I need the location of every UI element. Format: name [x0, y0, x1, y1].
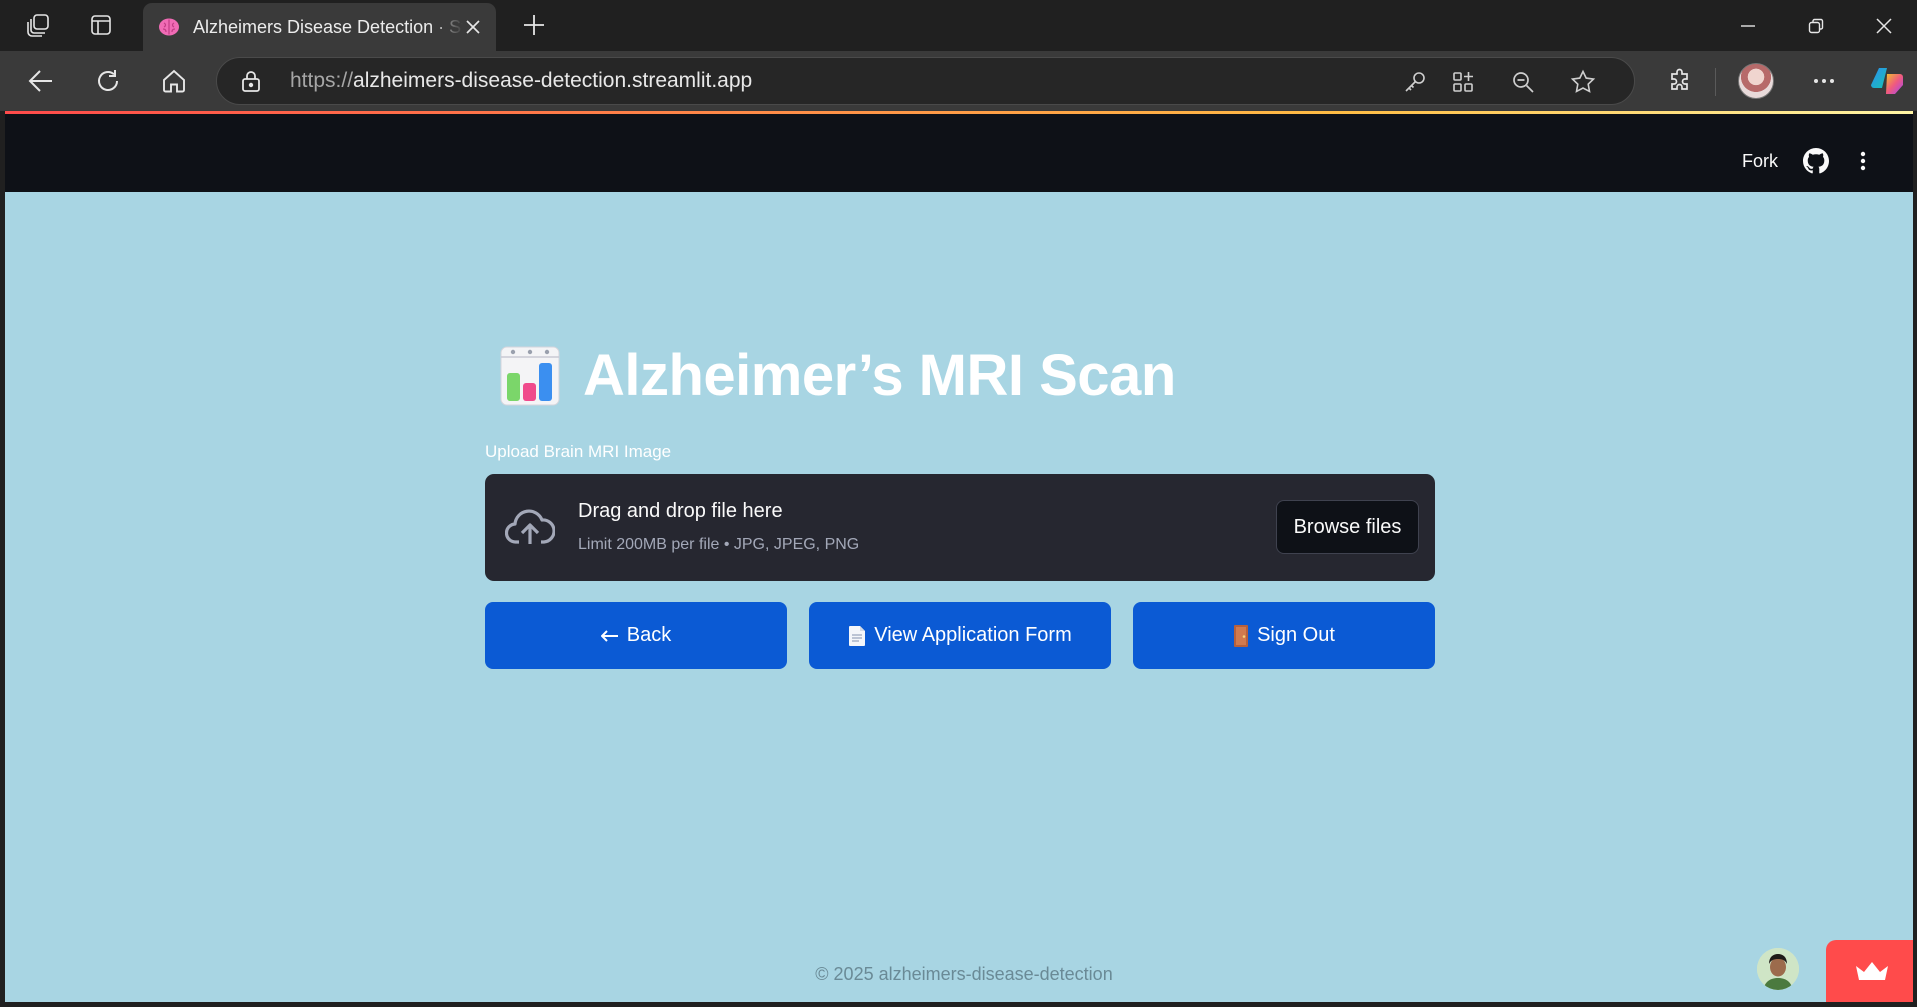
- extensions-icon[interactable]: [1660, 61, 1700, 101]
- address-bar[interactable]: https://alzheimers-disease-detection.str…: [216, 57, 1635, 105]
- fork-button[interactable]: Fork: [1742, 151, 1778, 172]
- favorite-star-icon[interactable]: [1569, 68, 1597, 96]
- page-title: Alzheimer’s MRI Scan: [583, 343, 1176, 408]
- refresh-icon[interactable]: [86, 59, 130, 103]
- page-title-row: Alzheimer’s MRI Scan: [499, 342, 1176, 409]
- github-icon[interactable]: [1803, 148, 1829, 174]
- browse-files-button[interactable]: Browse files: [1276, 500, 1419, 554]
- door-icon: [1233, 624, 1249, 648]
- sign-out-button[interactable]: Sign Out: [1133, 602, 1435, 669]
- app-viewport: Fork Alzheimer’s MRI Scan Upload Brain M…: [5, 111, 1913, 1002]
- window-close-icon[interactable]: [1850, 0, 1917, 51]
- view-application-form-button[interactable]: View Application Form: [809, 602, 1111, 669]
- document-icon: [848, 625, 866, 647]
- lock-icon[interactable]: [239, 69, 263, 93]
- view-application-form-label: View Application Form: [874, 624, 1072, 646]
- tab-close-icon[interactable]: [458, 12, 488, 42]
- app-grid-icon[interactable]: [1449, 68, 1477, 96]
- dropzone-limit: Limit 200MB per file • JPG, JPEG, PNG: [578, 536, 860, 553]
- left-arrow-icon: [600, 629, 619, 642]
- kebab-menu-icon[interactable]: [1850, 148, 1876, 174]
- profile-avatar[interactable]: [1738, 63, 1774, 99]
- vertical-tabs-icon[interactable]: [81, 6, 121, 44]
- file-dropzone[interactable]: Drag and drop file here Limit 200MB per …: [485, 474, 1435, 581]
- dropzone-title: Drag and drop file here: [578, 500, 783, 522]
- new-tab-icon[interactable]: [514, 6, 554, 44]
- streamlit-header: Fork: [5, 114, 1913, 192]
- bar-chart-icon: [499, 345, 561, 407]
- restore-icon[interactable]: [1782, 0, 1850, 51]
- active-tab[interactable]: Alzheimers Disease Detection · Streamlit: [143, 3, 496, 51]
- footer-text: © 2025 alzheimers-disease-detection: [815, 964, 1113, 984]
- url-text[interactable]: https://alzheimers-disease-detection.str…: [290, 69, 752, 93]
- back-icon[interactable]: [19, 59, 63, 103]
- crown-icon: [1856, 962, 1888, 980]
- back-button-label: Back: [626, 624, 672, 646]
- brain-icon: [157, 15, 181, 39]
- minimize-icon[interactable]: [1714, 0, 1782, 51]
- workspaces-icon[interactable]: [19, 6, 59, 44]
- sign-out-label: Sign Out: [1257, 624, 1335, 646]
- browser-toolbar: https://alzheimers-disease-detection.str…: [0, 51, 1917, 111]
- home-icon[interactable]: [152, 59, 196, 103]
- uploader-label: Upload Brain MRI Image: [485, 442, 672, 461]
- copilot-icon[interactable]: [1867, 61, 1907, 101]
- cloud-upload-icon: [504, 506, 556, 548]
- browser-tab-bar: Alzheimers Disease Detection · Streamlit: [0, 0, 1917, 51]
- key-icon[interactable]: [1401, 68, 1429, 96]
- creator-avatar[interactable]: [1757, 948, 1799, 990]
- toolbar-divider: [1715, 68, 1716, 96]
- more-icon[interactable]: [1804, 61, 1844, 101]
- zoom-out-icon[interactable]: [1509, 68, 1537, 96]
- streamlit-crown-badge[interactable]: [1826, 940, 1913, 1002]
- tab-title: Alzheimers Disease Detection · Streamlit: [193, 16, 463, 37]
- back-button[interactable]: Back: [485, 602, 787, 669]
